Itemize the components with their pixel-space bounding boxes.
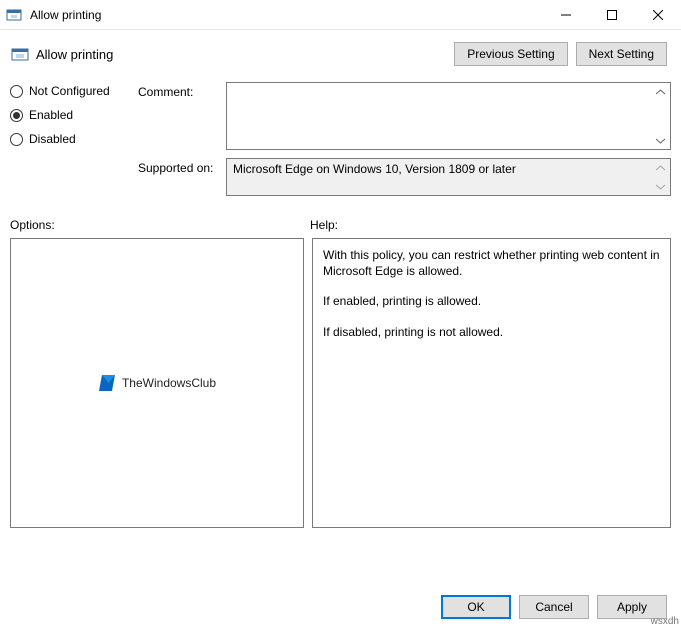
header-row: Allow printing Previous Setting Next Set… [10, 38, 671, 70]
cancel-button[interactable]: Cancel [519, 595, 589, 619]
help-panel: With this policy, you can restrict wheth… [312, 238, 671, 528]
radio-enabled[interactable]: Enabled [10, 108, 138, 122]
watermark-text: TheWindowsClub [122, 376, 216, 390]
help-paragraph: If disabled, printing is not allowed. [323, 324, 660, 340]
minimize-button[interactable] [543, 0, 589, 30]
scroll-up-icon[interactable] [653, 84, 668, 99]
previous-setting-button[interactable]: Previous Setting [454, 42, 567, 66]
source-watermark: wsxdh [651, 616, 679, 627]
maximize-button[interactable] [589, 0, 635, 30]
radio-label: Enabled [29, 108, 73, 122]
options-panel: TheWindowsClub [10, 238, 304, 528]
help-paragraph: With this policy, you can restrict wheth… [323, 247, 660, 279]
app-icon [0, 7, 28, 23]
radio-label: Not Configured [29, 84, 110, 98]
state-radios: Not Configured Enabled Disabled [10, 82, 138, 146]
radio-icon [10, 133, 23, 146]
close-button[interactable] [635, 0, 681, 30]
watermark-icon [98, 374, 116, 392]
help-paragraph: If enabled, printing is allowed. [323, 293, 660, 309]
scroll-up-icon[interactable] [653, 160, 668, 175]
supported-on-textbox: Microsoft Edge on Windows 10, Version 18… [226, 158, 671, 196]
scroll-down-icon[interactable] [653, 133, 668, 148]
watermark: TheWindowsClub [98, 374, 216, 392]
ok-button[interactable]: OK [441, 595, 511, 619]
policy-icon [10, 44, 30, 64]
title-bar: Allow printing [0, 0, 681, 30]
radio-disabled[interactable]: Disabled [10, 132, 138, 146]
help-label: Help: [310, 218, 338, 232]
radio-icon [10, 85, 23, 98]
supported-on-label: Supported on: [138, 158, 226, 196]
radio-label: Disabled [29, 132, 76, 146]
comment-textbox[interactable] [226, 82, 671, 150]
options-label: Options: [10, 218, 310, 232]
radio-not-configured[interactable]: Not Configured [10, 84, 138, 98]
comment-value [227, 83, 670, 89]
comment-label: Comment: [138, 82, 226, 150]
radio-icon [10, 109, 23, 122]
dialog-footer: OK Cancel Apply [441, 595, 667, 619]
policy-title: Allow printing [36, 47, 454, 62]
scroll-down-icon[interactable] [653, 179, 668, 194]
next-setting-button[interactable]: Next Setting [576, 42, 667, 66]
supported-on-value: Microsoft Edge on Windows 10, Version 18… [227, 159, 670, 179]
help-text: With this policy, you can restrict wheth… [313, 239, 670, 362]
window-title: Allow printing [28, 8, 543, 22]
